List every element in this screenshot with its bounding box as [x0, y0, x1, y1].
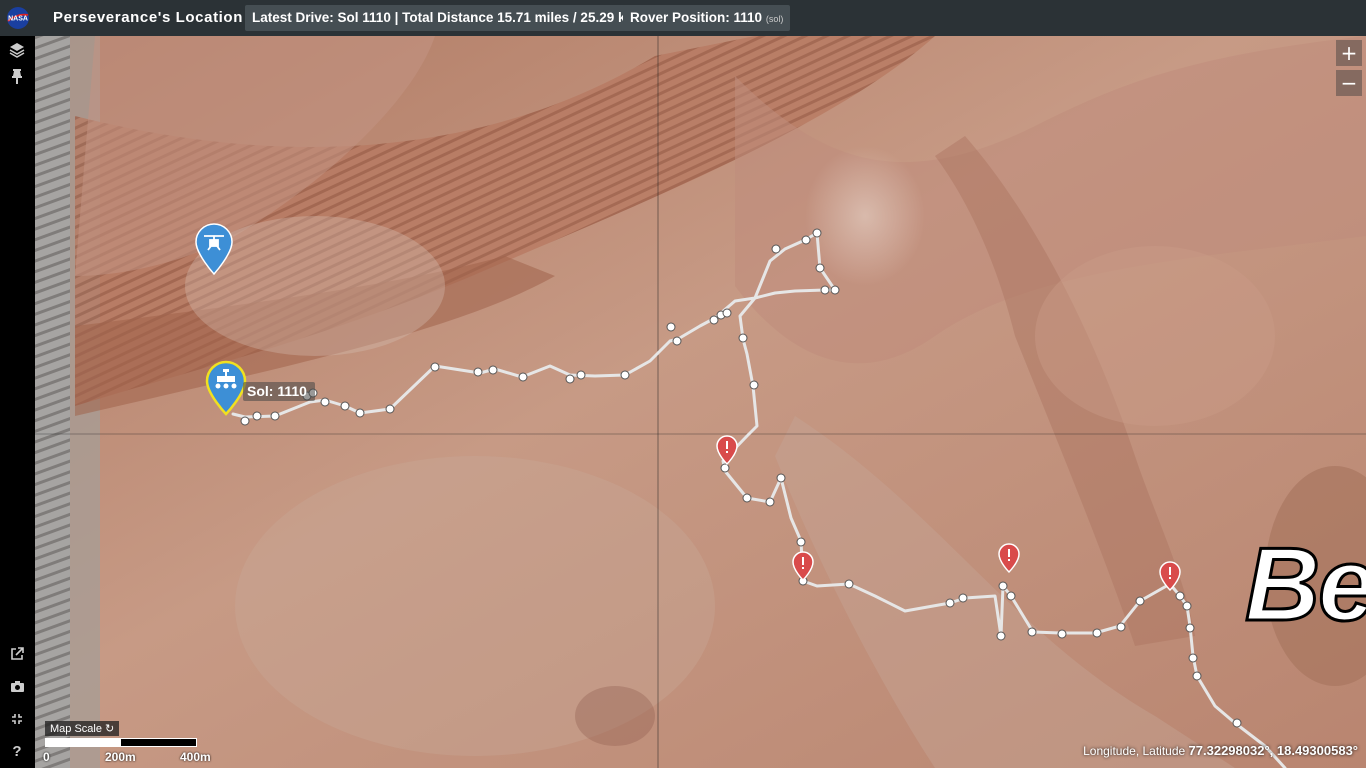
waypoint-dot[interactable] [1182, 601, 1192, 611]
waypoint-dot[interactable] [1232, 718, 1242, 728]
screenshot-button[interactable] [7, 676, 27, 696]
waypoint-dot[interactable] [666, 322, 676, 332]
app-title: Perseverance's Location [53, 9, 243, 26]
waypoint-dot[interactable] [742, 493, 752, 503]
waypoint-dot[interactable] [340, 401, 350, 411]
waypoint-dot[interactable] [776, 473, 786, 483]
satellite-terrain [35, 36, 1366, 768]
waypoint-dot[interactable] [1188, 653, 1198, 663]
waypoint-dot[interactable] [945, 598, 955, 608]
waypoint-dot[interactable] [518, 372, 528, 382]
waypoint-dot[interactable] [749, 380, 759, 390]
zoom-in-button[interactable]: + [1336, 40, 1362, 66]
waypoint-dot[interactable] [820, 285, 830, 295]
waypoint-dot[interactable] [796, 537, 806, 547]
external-link-icon [11, 647, 24, 660]
rover-position-unit: (sol) [765, 14, 784, 24]
waypoint-dot[interactable] [1185, 623, 1195, 633]
nasa-logo[interactable]: NASA [6, 6, 30, 30]
reset-icon: ↻ [105, 723, 115, 735]
latest-drive-badge: Latest Drive: Sol 1110 | Total Distance … [245, 5, 645, 31]
map-feature-label: Be [1244, 526, 1366, 645]
waypoint-dot[interactable] [765, 497, 775, 507]
fullscreen-button[interactable] [7, 709, 27, 729]
waypoint-dot[interactable] [844, 579, 854, 589]
waypoint-dot[interactable] [1027, 627, 1037, 637]
waypoint-dot[interactable] [738, 333, 748, 343]
zoom-out-button[interactable]: − [1336, 70, 1362, 96]
waypoint-dot[interactable] [1116, 622, 1126, 632]
sidebar: ? [0, 36, 35, 768]
waypoint-dot[interactable] [815, 263, 825, 273]
rover-sol-label: Sol: 1110 [243, 382, 315, 401]
map-view[interactable]: Sol: 1110 Be + − Map Scale ↻ 0 200m 400m… [35, 36, 1366, 768]
waypoint-dot[interactable] [1057, 629, 1067, 639]
external-link-button[interactable] [7, 644, 27, 664]
coordinate-readout: Longitude, Latitude 77.32298032°, 18.493… [1083, 743, 1358, 758]
waypoint-dot[interactable] [672, 336, 682, 346]
waypoint-dot[interactable] [771, 244, 781, 254]
camera-icon [10, 680, 24, 692]
waypoint-dot[interactable] [996, 631, 1006, 641]
waypoint-dot[interactable] [473, 367, 483, 377]
rover-position-label: Rover Position: 1110 [630, 10, 763, 25]
waypoint-dot[interactable] [1135, 596, 1145, 606]
waypoint-dot[interactable] [709, 315, 719, 325]
waypoint-dot[interactable] [355, 408, 365, 418]
coordinate-label: Longitude, Latitude [1083, 744, 1186, 758]
waypoint-dot[interactable] [385, 404, 395, 414]
waypoint-dot[interactable] [720, 463, 730, 473]
waypoint-dot[interactable] [576, 370, 586, 380]
waypoint-dot[interactable] [252, 411, 262, 421]
map-scale-label: Map Scale [50, 723, 102, 735]
waypoint-dot[interactable] [830, 285, 840, 295]
waypoint-dot[interactable] [430, 362, 440, 372]
coordinate-value: 77.32298032°, 18.49300583° [1188, 743, 1358, 758]
waypoint-dot[interactable] [1192, 671, 1202, 681]
help-button[interactable]: ? [7, 741, 27, 761]
waypoint-dot[interactable] [240, 416, 250, 426]
svg-text:NASA: NASA [8, 16, 28, 23]
rover-position-badge[interactable]: Rover Position: 1110 (sol) [623, 5, 791, 31]
top-bar: NASA Perseverance's Location Latest Driv… [0, 0, 1366, 36]
fullscreen-icon [12, 714, 22, 724]
waypoint-dot[interactable] [1175, 591, 1185, 601]
waypoint-dot[interactable] [1006, 591, 1016, 601]
pin-button[interactable] [7, 66, 27, 86]
pin-icon [12, 69, 22, 84]
waypoint-dot[interactable] [488, 365, 498, 375]
scale-tick: 200m [105, 750, 136, 764]
waypoint-dot[interactable] [320, 397, 330, 407]
layers-icon [9, 43, 25, 58]
layers-button[interactable] [7, 40, 27, 60]
waypoint-dot[interactable] [270, 411, 280, 421]
waypoint-dot[interactable] [958, 593, 968, 603]
waypoint-dot[interactable] [1092, 628, 1102, 638]
scale-tick: 400m [180, 750, 211, 764]
scale-tick: 0 [43, 750, 50, 764]
waypoint-dot[interactable] [812, 228, 822, 238]
help-icon: ? [12, 742, 22, 760]
waypoint-dot[interactable] [565, 374, 575, 384]
waypoint-dot[interactable] [722, 308, 732, 318]
waypoint-dot[interactable] [620, 370, 630, 380]
waypoint-dot[interactable] [998, 581, 1008, 591]
map-scale-button[interactable]: Map Scale ↻ [45, 721, 120, 736]
waypoint-dot[interactable] [801, 235, 811, 245]
scale-bar [45, 738, 197, 747]
